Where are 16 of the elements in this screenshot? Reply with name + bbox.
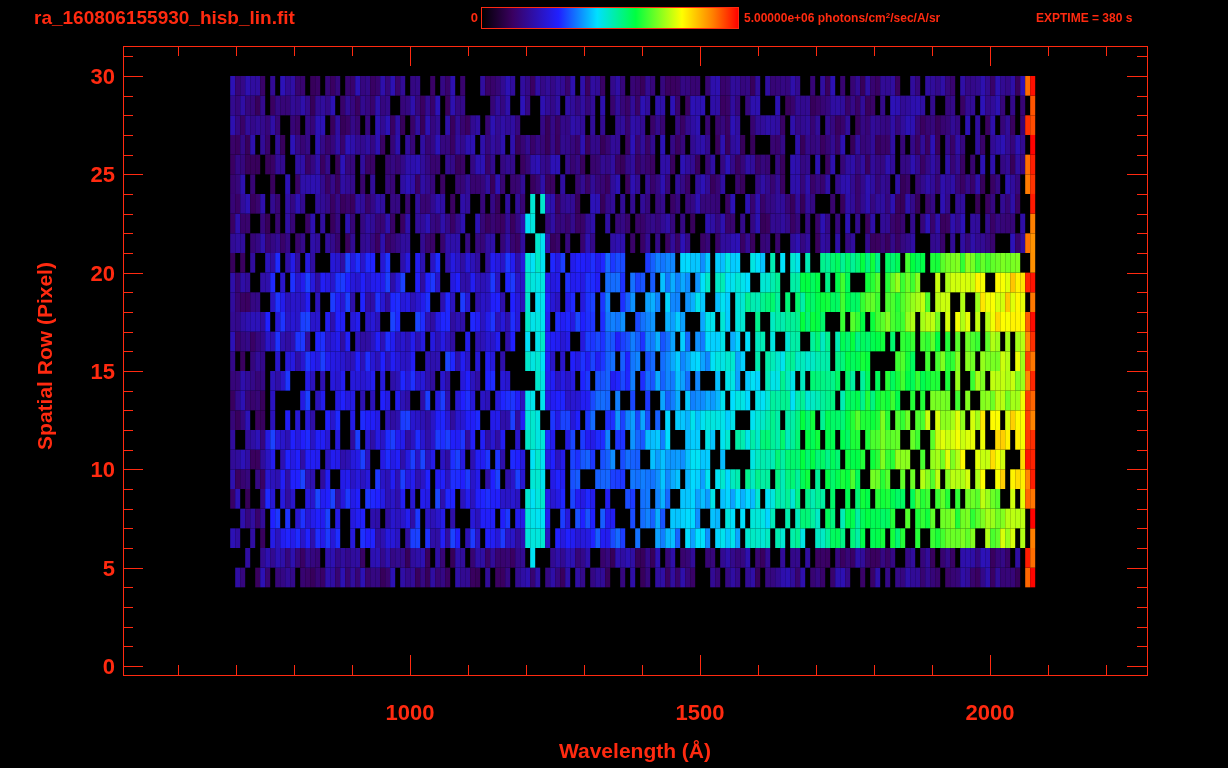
y-tick-label: 20	[90, 260, 115, 286]
x-tick-label: 2000	[965, 700, 1015, 725]
colorbar-min-label: 0	[469, 9, 478, 28]
x-tick-label: 1500	[675, 700, 725, 725]
x-tick-label: 1000	[385, 700, 435, 725]
y-tick-label: 30	[90, 64, 115, 89]
y-tick-label: 15	[90, 359, 115, 384]
y-tick-label: 0	[102, 654, 115, 679]
file-title: ra_160806155930_hisb_lin.fit	[34, 5, 296, 30]
y-tick-label: 10	[90, 457, 115, 483]
y-tick-label: 5	[102, 555, 115, 581]
x-axis-title: Wavelength (Å)	[558, 739, 712, 762]
exposure-time: EXPTIME = 380 s	[1036, 10, 1133, 27]
y-tick-label: 25	[90, 162, 115, 188]
y-axis-title: Spatial Row (Pixel)	[33, 262, 56, 450]
colorbar-max-label: 5.00000e+06 photons/cm$^{2}$/sec/A/sr	[744, 10, 942, 27]
